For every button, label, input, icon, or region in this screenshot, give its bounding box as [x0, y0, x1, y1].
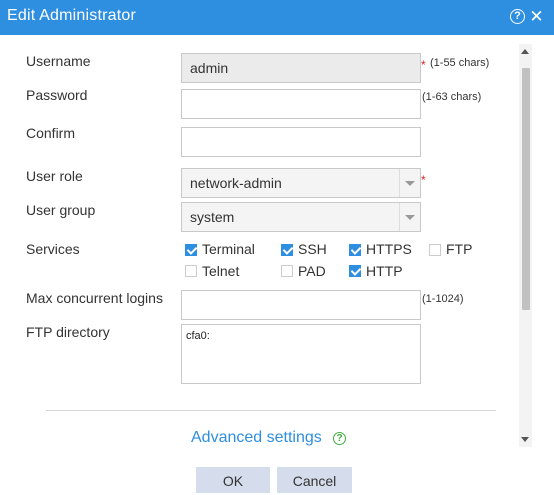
password-hint: (1-63 chars) — [422, 91, 482, 103]
ftp-directory-label: FTP directory — [26, 324, 110, 340]
https-label: HTTPS — [366, 241, 412, 257]
telnet-label: Telnet — [202, 263, 240, 279]
confirm-label: Confirm — [26, 125, 76, 141]
ftp-label: FTP — [446, 241, 473, 257]
ssh-label: SSH — [298, 241, 327, 257]
user-group-value: system — [190, 209, 235, 225]
ftp-directory-textarea[interactable]: cfa0: — [181, 324, 421, 384]
terminal-label: Terminal — [202, 241, 255, 257]
chevron-down-icon[interactable] — [399, 169, 420, 197]
divider — [46, 410, 496, 411]
user-role-select[interactable]: network-admin — [181, 168, 421, 198]
http-checkbox[interactable] — [349, 265, 361, 277]
pad-label: PAD — [298, 263, 326, 279]
terminal-checkbox[interactable] — [185, 244, 197, 256]
help-circle-green-icon[interactable]: ? — [333, 432, 346, 445]
edit-administrator-dialog: Edit Administrator ? ✕ Username admin * … — [0, 0, 554, 495]
help-icon[interactable]: ? — [510, 9, 525, 24]
confirm-password-field[interactable] — [181, 127, 421, 157]
scroll-down-arrow-icon[interactable] — [521, 437, 529, 442]
user-group-select[interactable]: system — [181, 202, 421, 232]
pad-checkbox[interactable] — [281, 265, 293, 277]
username-field[interactable]: admin — [181, 53, 421, 83]
username-required-mark: * — [421, 58, 426, 72]
chevron-down-icon[interactable] — [399, 203, 420, 231]
ssh-checkbox[interactable] — [281, 244, 293, 256]
scroll-up-arrow-icon[interactable] — [521, 49, 529, 54]
close-icon[interactable]: ✕ — [529, 8, 544, 25]
username-label: Username — [26, 53, 91, 69]
max-logins-hint: (1-1024) — [422, 293, 464, 305]
https-checkbox[interactable] — [349, 244, 361, 256]
max-logins-field[interactable] — [181, 290, 421, 320]
form-panel: Username admin * (1-55 chars) Password (… — [0, 35, 554, 495]
dialog-titlebar: Edit Administrator ? ✕ — [0, 0, 554, 35]
password-label: Password — [26, 87, 88, 103]
telnet-checkbox[interactable] — [185, 265, 197, 277]
user-group-label: User group — [26, 202, 96, 218]
advanced-settings-link[interactable]: Advanced settings — [191, 429, 322, 447]
services-label: Services — [26, 241, 80, 257]
user-role-label: User role — [26, 168, 83, 184]
vertical-scrollbar[interactable] — [519, 44, 532, 447]
password-field[interactable] — [181, 89, 421, 119]
cancel-button[interactable]: Cancel — [277, 467, 352, 493]
ftp-checkbox[interactable] — [429, 244, 441, 256]
dialog-title: Edit Administrator — [7, 7, 136, 24]
user-role-required-mark: * — [421, 173, 426, 187]
ok-button[interactable]: OK — [196, 467, 270, 493]
max-logins-label: Max concurrent logins — [26, 290, 163, 306]
http-label: HTTP — [366, 263, 403, 279]
user-role-value: network-admin — [190, 175, 282, 191]
scrollbar-thumb[interactable] — [522, 68, 530, 310]
username-hint: (1-55 chars) — [430, 57, 490, 69]
